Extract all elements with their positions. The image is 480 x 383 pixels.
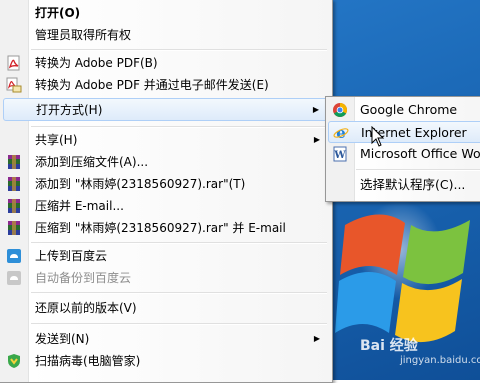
menu-item-upload-baidu[interactable]: 上传到百度云	[0, 245, 332, 267]
svg-text:W: W	[333, 150, 346, 161]
baidu-watermark: Bai 经验	[360, 338, 418, 354]
menu-item-label: 打开(O)	[35, 6, 81, 20]
menu-separator	[31, 242, 327, 244]
submenu-item-word[interactable]: W Microsoft Office Word	[326, 143, 480, 165]
submenu-item-chrome[interactable]: Google Chrome	[326, 99, 480, 121]
menu-item-label: 还原以前的版本(V)	[35, 301, 137, 315]
menu-item-add-rar[interactable]: 添加到 "林雨婷(2318560927).rar"(T)	[0, 173, 332, 195]
menu-item-restore-versions[interactable]: 还原以前的版本(V)	[0, 297, 332, 319]
adobe-pdf-email-icon	[6, 77, 22, 93]
menu-separator	[31, 292, 327, 294]
menu-item-convert-pdf-email[interactable]: 转换为 Adobe PDF 并通过电子邮件发送(E)	[0, 74, 332, 96]
internet-explorer-icon: e	[333, 125, 349, 141]
winrar-icon	[8, 155, 20, 169]
menu-item-compress-rar-email[interactable]: 压缩到 "林雨婷(2318560927).rar" 并 E-mail	[0, 217, 332, 239]
menu-item-auto-backup: 自动备份到百度云	[0, 267, 332, 289]
winrar-icon	[8, 177, 20, 191]
menu-separator	[356, 169, 480, 171]
svg-text:e: e	[336, 125, 346, 141]
submenu-arrow-icon: ▶	[312, 105, 319, 114]
menu-item-convert-pdf[interactable]: 转换为 Adobe PDF(B)	[0, 52, 332, 74]
adobe-pdf-icon	[7, 55, 20, 71]
context-menu: 打开(O) 管理员取得所有权 转换为 Adobe PDF(B) 转换为 Adob…	[0, 0, 333, 383]
menu-item-label: 发送到(N)	[35, 332, 90, 346]
menu-item-compress-email[interactable]: 压缩并 E-mail...	[0, 195, 332, 217]
menu-item-label: 打开方式(H)	[36, 103, 103, 117]
menu-item-label: 压缩到 "林雨婷(2318560927).rar" 并 E-mail	[35, 221, 286, 235]
menu-item-share[interactable]: 共享(H) ▶	[0, 129, 332, 151]
submenu-arrow-icon: ▶	[313, 135, 320, 144]
menu-item-label: 转换为 Adobe PDF 并通过电子邮件发送(E)	[35, 78, 269, 92]
pc-manager-shield-icon	[8, 354, 20, 368]
submenu-item-label: 选择默认程序(C)...	[360, 177, 466, 192]
menu-item-label: 上传到百度云	[35, 249, 108, 263]
mouse-cursor-icon	[371, 126, 385, 147]
menu-item-label: 扫描病毒(电脑管家)	[35, 354, 141, 368]
menu-item-add-archive[interactable]: 添加到压缩文件(A)...	[0, 151, 332, 173]
baidu-cloud-icon	[7, 249, 21, 263]
menu-item-label: 管理员取得所有权	[35, 28, 132, 42]
menu-item-open[interactable]: 打开(O)	[0, 2, 332, 24]
menu-separator	[31, 126, 327, 128]
chrome-icon	[333, 103, 348, 117]
menu-item-scan-virus[interactable]: 扫描病毒(电脑管家)	[0, 350, 332, 372]
menu-item-label: 压缩并 E-mail...	[35, 199, 124, 213]
open-with-submenu: Google Chrome e Internet Explorer W Micr…	[325, 96, 480, 202]
menu-item-open-with[interactable]: 打开方式(H) ▶	[3, 98, 329, 121]
submenu-arrow-icon: ▶	[313, 334, 320, 343]
menu-item-admin-ownership[interactable]: 管理员取得所有权	[0, 24, 332, 46]
menu-separator	[31, 323, 327, 325]
submenu-item-ie[interactable]: e Internet Explorer	[328, 121, 480, 143]
menu-item-send-to[interactable]: 发送到(N) ▶	[0, 328, 332, 350]
word-icon: W	[333, 146, 347, 162]
submenu-item-label: Google Chrome	[360, 102, 458, 117]
baidu-watermark-url: jingyan.baidu.com	[400, 355, 480, 366]
menu-item-label: 转换为 Adobe PDF(B)	[35, 56, 158, 70]
baidu-cloud-icon	[7, 271, 21, 285]
winrar-icon	[8, 199, 20, 213]
menu-item-label: 添加到压缩文件(A)...	[35, 155, 149, 169]
menu-item-label: 添加到 "林雨婷(2318560927).rar"(T)	[35, 177, 246, 191]
submenu-item-choose-default[interactable]: 选择默认程序(C)...	[326, 174, 480, 196]
menu-separator	[31, 49, 327, 51]
menu-item-label: 共享(H)	[35, 133, 78, 147]
winrar-icon	[8, 221, 20, 235]
menu-item-label: 自动备份到百度云	[35, 271, 132, 285]
